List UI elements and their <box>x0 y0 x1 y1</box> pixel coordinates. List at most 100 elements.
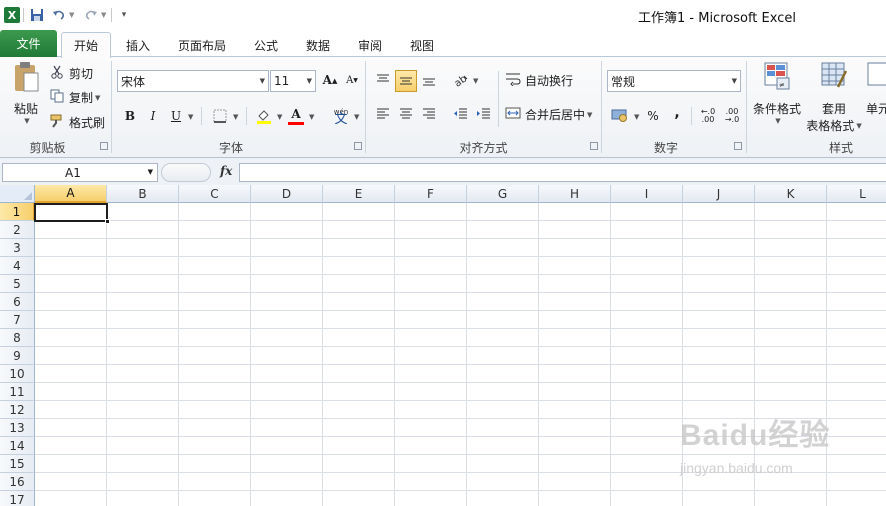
italic-icon[interactable]: I <box>143 106 163 126</box>
row-header-4[interactable]: 4 <box>0 257 35 275</box>
merge-center-button[interactable]: 合并后居中 ▼ <box>505 106 592 123</box>
number-format-combo[interactable]: 常规 ▼ <box>607 70 741 92</box>
align-bottom-icon[interactable] <box>419 70 439 90</box>
increase-indent-icon[interactable] <box>474 104 494 124</box>
fill-handle[interactable] <box>105 219 110 224</box>
font-size-dropdown-icon[interactable]: ▼ <box>307 77 312 85</box>
wrap-text-button[interactable]: 自动换行 <box>505 72 573 89</box>
merge-dropdown-icon[interactable]: ▼ <box>587 111 592 119</box>
row-header-11[interactable]: 11 <box>0 383 35 401</box>
column-header-g[interactable]: G <box>467 185 539 203</box>
column-header-k[interactable]: K <box>755 185 827 203</box>
column-header-i[interactable]: I <box>611 185 683 203</box>
phonetic-dropdown-icon[interactable]: ▼ <box>354 113 359 121</box>
clipboard-launcher-icon[interactable] <box>100 142 108 150</box>
row-header-17[interactable]: 17 <box>0 491 35 506</box>
number-format-dropdown-icon[interactable]: ▼ <box>732 77 737 85</box>
tab-file[interactable]: 文件 <box>0 30 57 57</box>
alignment-launcher-icon[interactable] <box>590 142 598 150</box>
conditional-dropdown-icon[interactable]: ▼ <box>775 117 780 125</box>
paste-dropdown-icon[interactable]: ▼ <box>24 117 29 125</box>
increase-decimal-icon[interactable]: ←.0.00 <box>698 106 718 126</box>
customize-quick-access-icon[interactable]: ▾ <box>116 7 132 23</box>
redo-icon[interactable] <box>83 7 99 23</box>
select-all-corner[interactable] <box>0 185 35 203</box>
tab-insert[interactable]: 插入 <box>117 32 159 58</box>
name-box[interactable]: A1 ▼ <box>2 163 158 182</box>
phonetic-guide-icon[interactable]: wén 文 <box>330 104 352 128</box>
percent-icon[interactable]: % <box>643 106 663 126</box>
column-header-l[interactable]: L <box>827 185 886 203</box>
tab-data[interactable]: 数据 <box>298 32 338 58</box>
excel-logo-icon[interactable]: X <box>4 7 20 23</box>
orientation-icon[interactable]: ab <box>451 70 471 90</box>
orientation-dropdown-icon[interactable]: ▼ <box>473 77 478 85</box>
bold-icon[interactable]: B <box>120 106 140 126</box>
column-header-b[interactable]: B <box>107 185 179 203</box>
currency-dropdown-icon[interactable]: ▼ <box>634 113 639 121</box>
row-header-5[interactable]: 5 <box>0 275 35 293</box>
row-header-7[interactable]: 7 <box>0 311 35 329</box>
borders-dropdown-icon[interactable]: ▼ <box>233 113 238 121</box>
row-header-13[interactable]: 13 <box>0 419 35 437</box>
paste-button[interactable]: 粘贴 ▼ <box>10 61 42 125</box>
column-header-h[interactable]: H <box>539 185 611 203</box>
cell-styles-button[interactable]: 单元 <box>866 61 886 117</box>
font-size-combo[interactable]: 11 ▼ <box>270 70 316 92</box>
column-header-j[interactable]: J <box>683 185 755 203</box>
align-center-icon[interactable] <box>396 104 416 124</box>
tab-page-layout[interactable]: 页面布局 <box>170 32 234 58</box>
align-middle-icon[interactable] <box>395 70 417 92</box>
active-cell-a1[interactable] <box>34 203 108 222</box>
format-painter-button[interactable]: 格式刷 <box>50 114 105 131</box>
currency-icon[interactable] <box>610 105 630 125</box>
align-top-icon[interactable] <box>373 70 393 90</box>
row-header-16[interactable]: 16 <box>0 473 35 491</box>
row-header-3[interactable]: 3 <box>0 239 35 257</box>
name-box-dropdown-icon[interactable]: ▼ <box>148 168 153 176</box>
row-header-9[interactable]: 9 <box>0 347 35 365</box>
tab-view[interactable]: 视图 <box>402 32 442 58</box>
row-header-12[interactable]: 12 <box>0 401 35 419</box>
format-as-table-button[interactable]: 套用 表格格式 ▼ <box>806 61 862 134</box>
column-header-c[interactable]: C <box>179 185 251 203</box>
row-header-8[interactable]: 8 <box>0 329 35 347</box>
formula-resize-handle[interactable] <box>161 163 211 182</box>
number-launcher-icon[interactable] <box>734 142 742 150</box>
row-header-1[interactable]: 1 <box>0 203 35 221</box>
fill-color-icon[interactable] <box>254 106 274 126</box>
fill-color-dropdown-icon[interactable]: ▼ <box>277 113 282 121</box>
tab-formulas[interactable]: 公式 <box>246 32 286 58</box>
decrease-font-icon[interactable]: A ▼ <box>342 70 362 90</box>
font-name-dropdown-icon[interactable]: ▼ <box>260 77 265 85</box>
borders-icon[interactable] <box>210 106 230 126</box>
row-header-2[interactable]: 2 <box>0 221 35 239</box>
underline-icon[interactable]: U <box>166 106 186 126</box>
increase-font-icon[interactable]: A ▲ <box>320 70 340 90</box>
insert-function-icon[interactable]: fx <box>220 164 232 178</box>
undo-dropdown-icon[interactable]: ▼ <box>69 11 74 19</box>
underline-dropdown-icon[interactable]: ▼ <box>188 113 193 121</box>
redo-dropdown-icon[interactable]: ▼ <box>101 11 106 19</box>
align-left-icon[interactable] <box>373 104 393 124</box>
copy-dropdown-icon[interactable]: ▼ <box>95 94 100 102</box>
column-header-e[interactable]: E <box>323 185 395 203</box>
undo-icon[interactable] <box>51 7 67 23</box>
align-right-icon[interactable] <box>419 104 439 124</box>
tab-review[interactable]: 审阅 <box>350 32 390 58</box>
conditional-formatting-button[interactable]: ≠ 条件格式 ▼ <box>752 61 802 125</box>
column-header-d[interactable]: D <box>251 185 323 203</box>
copy-button[interactable]: 复制 ▼ <box>50 89 100 106</box>
row-header-10[interactable]: 10 <box>0 365 35 383</box>
row-header-15[interactable]: 15 <box>0 455 35 473</box>
decrease-decimal-icon[interactable]: .00 →.0 <box>722 106 742 126</box>
format-table-dropdown-icon[interactable]: ▼ <box>856 122 861 130</box>
column-header-a[interactable]: A <box>35 185 107 203</box>
column-header-f[interactable]: F <box>395 185 467 203</box>
comma-style-icon[interactable]: , <box>667 103 687 123</box>
font-name-combo[interactable]: 宋体 ▼ <box>117 70 269 92</box>
tab-home[interactable]: 开始 <box>61 32 111 58</box>
row-header-14[interactable]: 14 <box>0 437 35 455</box>
row-header-6[interactable]: 6 <box>0 293 35 311</box>
formula-input[interactable] <box>239 163 886 182</box>
